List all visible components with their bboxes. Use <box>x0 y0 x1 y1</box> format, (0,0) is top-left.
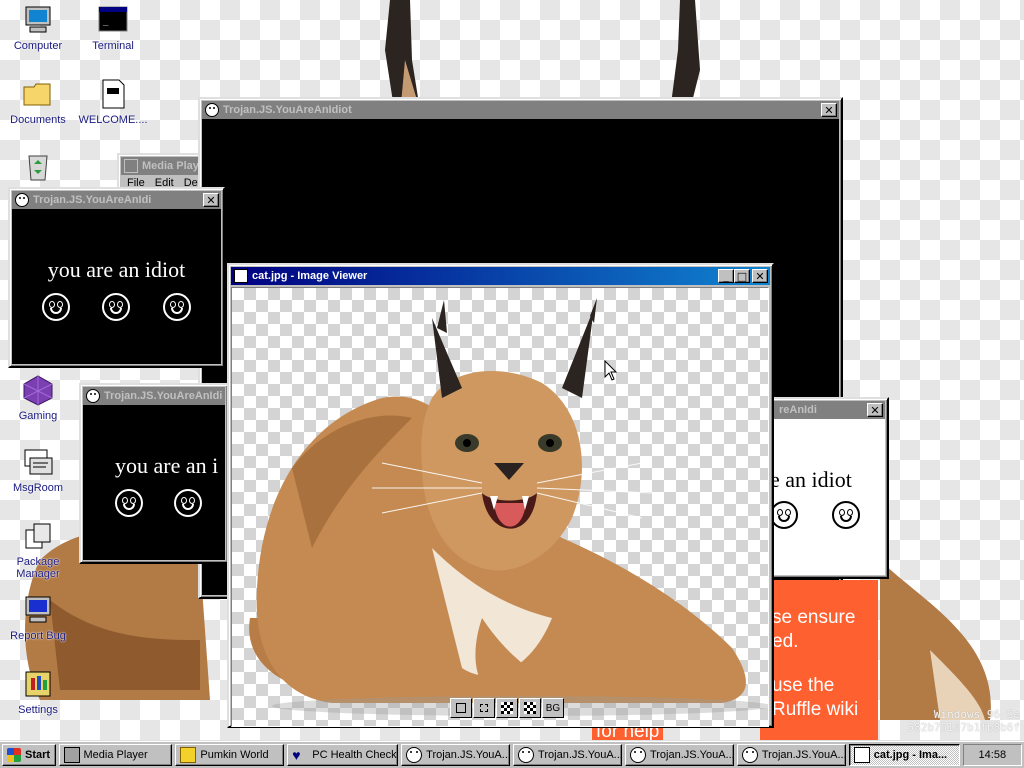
smiley-face-icon <box>770 501 798 529</box>
msgroom-icon <box>22 446 54 478</box>
mouse-cursor-icon <box>604 360 618 381</box>
taskbar: Start Media Player Pumkin World ♥ PC Hea… <box>0 740 1024 768</box>
taskbar-item-pc-health-check[interactable]: ♥ PC Health Check <box>287 743 399 766</box>
image-canvas[interactable]: BG <box>231 287 769 727</box>
smiley-row <box>115 489 225 517</box>
smiley-row <box>12 293 221 321</box>
desktop-icon-report-bug[interactable]: Report Bug <box>0 594 76 642</box>
ruffle-warning-panel: se ensure ed. use the Ruffle wiki <box>760 580 878 740</box>
trojan-window-3[interactable]: reAnIdi ✕ e an idiot <box>760 397 889 579</box>
svg-text:_: _ <box>103 17 109 27</box>
close-button[interactable]: ✕ <box>203 193 219 207</box>
media-player-icon <box>63 746 80 763</box>
windows-logo-icon <box>7 747 21 762</box>
desktop-icon-documents[interactable]: Documents <box>0 78 76 126</box>
image-viewer-titlebar[interactable]: cat.jpg - Image Viewer _ □ ✕ <box>231 267 770 285</box>
smiley-row <box>770 501 885 529</box>
taskbar-item-trojan-3[interactable]: Trojan.JS.YouA... <box>624 743 734 766</box>
fit-icon[interactable] <box>450 698 472 718</box>
smiley-icon <box>86 389 100 403</box>
close-button[interactable]: ✕ <box>821 103 837 117</box>
smiley-icon <box>518 746 535 763</box>
image-viewer-icon <box>853 746 870 763</box>
desktop-icon-welcome[interactable]: WELCOME.... <box>75 78 151 126</box>
taskbar-item-media-player[interactable]: Media Player <box>58 743 173 766</box>
image-viewer-window[interactable]: cat.jpg - Image Viewer _ □ ✕ BG <box>227 263 774 728</box>
smiley-face-icon <box>42 293 71 321</box>
smiley-icon <box>15 193 29 207</box>
idiot-message: e an idiot <box>770 467 852 492</box>
recycle-bin-icon <box>22 150 54 182</box>
desktop-icon-terminal[interactable]: _ Terminal <box>75 4 151 52</box>
maximize-button[interactable]: □ <box>734 269 750 283</box>
actual-size-icon[interactable] <box>473 698 495 718</box>
settings-icon <box>22 668 54 700</box>
taskbar-item-pumkin-world[interactable]: Pumkin World <box>175 743 285 766</box>
desktop-icon-recycle-bin[interactable] <box>0 150 76 186</box>
viewer-toolbar: BG <box>450 698 564 718</box>
smiley-face-icon <box>115 489 143 517</box>
pumkin-world-icon <box>180 746 197 763</box>
trojan-window-2-titlebar[interactable]: Trojan.JS.YouAreAnIdiot <box>83 387 225 405</box>
smiley-icon <box>406 746 423 763</box>
smiley-face-icon <box>832 501 860 529</box>
smiley-face-icon <box>102 293 131 321</box>
document-icon <box>97 78 129 110</box>
trojan-window-3-body: e an idiot <box>764 419 885 575</box>
desktop-icon-gaming[interactable]: Gaming <box>0 374 76 422</box>
computer-icon <box>22 4 54 36</box>
desktop-icon-package-manager[interactable]: Package Manager <box>0 520 76 580</box>
background-button[interactable]: BG <box>542 698 564 718</box>
trojan-window-1-body: you are an idiot <box>12 209 221 364</box>
desktop-icon-computer[interactable]: Computer <box>0 4 76 52</box>
gaming-icon <box>22 374 54 406</box>
close-button[interactable]: ✕ <box>867 403 883 417</box>
package-manager-icon <box>22 520 54 552</box>
trojan-window-2-body: you are an i <box>83 405 225 560</box>
minimize-button[interactable]: _ <box>718 269 734 283</box>
smiley-face-icon <box>174 489 202 517</box>
desktop-icon-msgroom[interactable]: MsgRoom <box>0 446 76 494</box>
image-viewer-icon <box>234 269 248 283</box>
desktop-icon-settings[interactable]: Settings <box>0 668 76 716</box>
terminal-icon: _ <box>97 4 129 36</box>
close-button[interactable]: ✕ <box>752 269 768 283</box>
smiley-icon <box>205 103 219 117</box>
trojan-window-large-titlebar[interactable]: Trojan.JS.YouAreAnIdiot ✕ <box>202 101 839 119</box>
trojan-window-3-titlebar[interactable]: reAnIdi ✕ <box>764 401 885 419</box>
checker-alt-icon[interactable] <box>519 698 541 718</box>
trojan-window-2[interactable]: Trojan.JS.YouAreAnIdiot you are an i <box>79 383 229 564</box>
taskbar-item-trojan-2[interactable]: Trojan.JS.YouA... <box>513 743 622 766</box>
idiot-message: you are an idiot <box>47 257 186 282</box>
smiley-face-icon <box>162 293 191 321</box>
checker-icon[interactable] <box>496 698 518 718</box>
media-player-icon <box>124 159 138 173</box>
taskbar-item-trojan-1[interactable]: Trojan.JS.YouA... <box>401 743 511 766</box>
start-button[interactable]: Start <box>2 743 56 766</box>
windows96-watermark: Windows 96 Se 582b75107b1fb8b6f <box>907 708 1020 734</box>
caracal-image <box>249 298 768 716</box>
trojan-window-1-titlebar[interactable]: Trojan.JS.YouAreAnIdi ✕ <box>12 191 221 209</box>
report-bug-icon <box>22 594 54 626</box>
taskbar-item-trojan-4[interactable]: Trojan.JS.YouA... <box>736 743 846 766</box>
idiot-message: you are an i <box>115 453 219 478</box>
smiley-icon <box>741 746 758 763</box>
heart-icon: ♥ <box>292 746 301 763</box>
folder-icon <box>22 78 54 110</box>
taskbar-item-image-viewer[interactable]: cat.jpg - Ima... <box>848 743 960 766</box>
trojan-window-1[interactable]: Trojan.JS.YouAreAnIdi ✕ you are an idiot <box>8 187 225 368</box>
taskbar-clock[interactable]: 14:58 <box>962 743 1022 766</box>
smiley-icon <box>629 746 646 763</box>
